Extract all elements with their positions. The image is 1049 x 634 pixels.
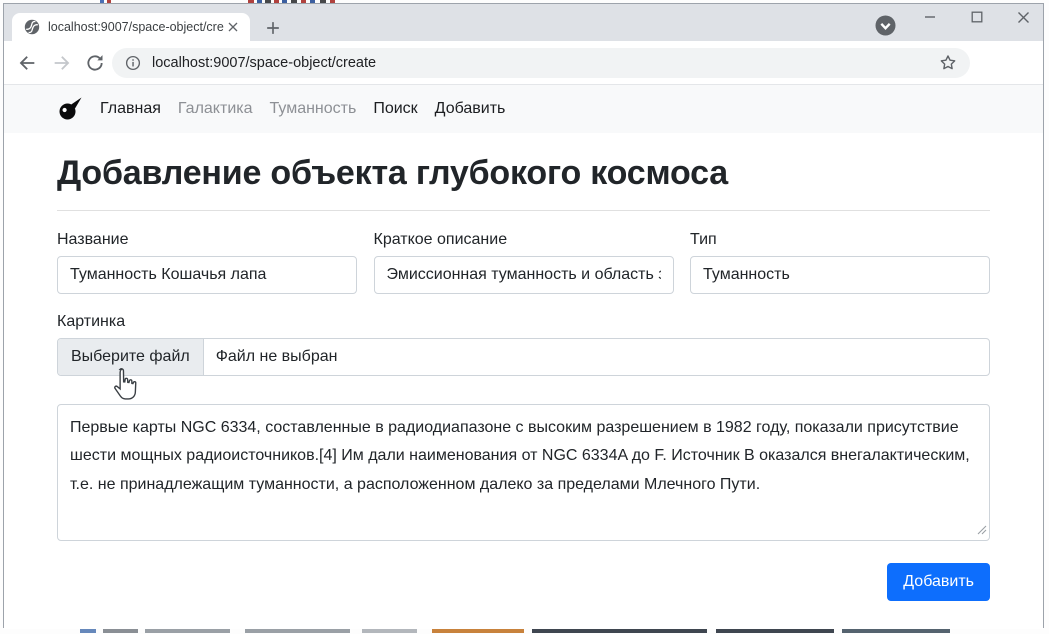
resize-grip-icon[interactable] — [977, 522, 987, 540]
tab-title: localhost:9007/space-object/crea — [48, 20, 224, 34]
submit-row: Добавить — [57, 563, 990, 601]
background-sliver — [432, 629, 524, 633]
browser-tab[interactable]: localhost:9007/space-object/crea — [12, 13, 250, 41]
tab-close-icon[interactable] — [224, 18, 242, 36]
back-icon[interactable] — [16, 52, 38, 74]
background-sliver — [145, 629, 230, 633]
divider — [57, 210, 990, 211]
description-textarea[interactable]: Первые карты NGC 6334, составленные в ра… — [57, 404, 990, 541]
window-close-button[interactable] — [1008, 4, 1038, 30]
browser-toolbar: localhost:9007/space-object/create — [4, 41, 1043, 85]
globe-favicon-icon — [24, 19, 40, 35]
name-label: Название — [57, 231, 357, 249]
bookmark-star-icon[interactable] — [938, 53, 958, 73]
nav-link-search[interactable]: Поиск — [373, 100, 417, 118]
maximize-button[interactable] — [962, 4, 992, 30]
hand-cursor-icon — [108, 366, 138, 404]
minimize-button[interactable] — [915, 4, 945, 30]
nav-link-add[interactable]: Добавить — [435, 100, 506, 118]
nav-link-home[interactable]: Главная — [100, 100, 161, 118]
image-label: Картинка — [57, 313, 990, 331]
file-status-text: Файл не выбран — [204, 339, 350, 375]
description-field-group: Первые карты NGC 6334, составленные в ра… — [57, 404, 990, 546]
new-tab-icon[interactable] — [262, 17, 284, 39]
background-sliver — [842, 629, 950, 633]
background-sliver — [362, 629, 417, 633]
short-desc-field-group: Краткое описание — [374, 231, 674, 294]
browser-window: localhost:9007/space-object/crea — [3, 3, 1044, 628]
background-sliver — [80, 629, 96, 633]
url-text[interactable]: localhost:9007/space-object/create — [152, 55, 376, 71]
screen: localhost:9007/space-object/crea — [0, 0, 1049, 634]
page-content: Добавление объекта глубокого космоса Наз… — [4, 133, 1043, 629]
type-input[interactable] — [690, 256, 990, 294]
chevron-down-circle-icon[interactable] — [875, 15, 896, 36]
address-bar[interactable]: localhost:9007/space-object/create — [112, 48, 970, 78]
file-input[interactable]: Выберите файл Файл не выбран — [57, 338, 990, 376]
add-button[interactable]: Добавить — [887, 563, 990, 601]
background-sliver — [103, 629, 138, 633]
tab-strip: localhost:9007/space-object/crea — [4, 4, 1043, 41]
background-sliver — [716, 629, 834, 633]
forward-icon[interactable] — [51, 52, 73, 74]
background-sliver — [532, 629, 707, 633]
nav-link-nebula[interactable]: Туманность — [270, 100, 357, 118]
type-label: Тип — [690, 231, 990, 249]
page-title: Добавление объекта глубокого космоса — [57, 154, 990, 193]
site-navbar: Главная Галактика Туманность Поиск Добав… — [4, 85, 1043, 133]
info-icon[interactable] — [124, 54, 142, 72]
form-fields-row: Название Краткое описание Тип — [57, 231, 990, 294]
type-field-group: Тип — [690, 231, 990, 294]
short-desc-input[interactable] — [374, 256, 674, 294]
nav-link-galaxy[interactable]: Галактика — [178, 100, 253, 118]
name-input[interactable] — [57, 256, 357, 294]
name-field-group: Название — [57, 231, 357, 294]
comet-logo-icon[interactable] — [57, 96, 83, 122]
background-sliver — [245, 629, 350, 633]
short-desc-label: Краткое описание — [374, 231, 674, 249]
reload-icon[interactable] — [84, 52, 106, 74]
